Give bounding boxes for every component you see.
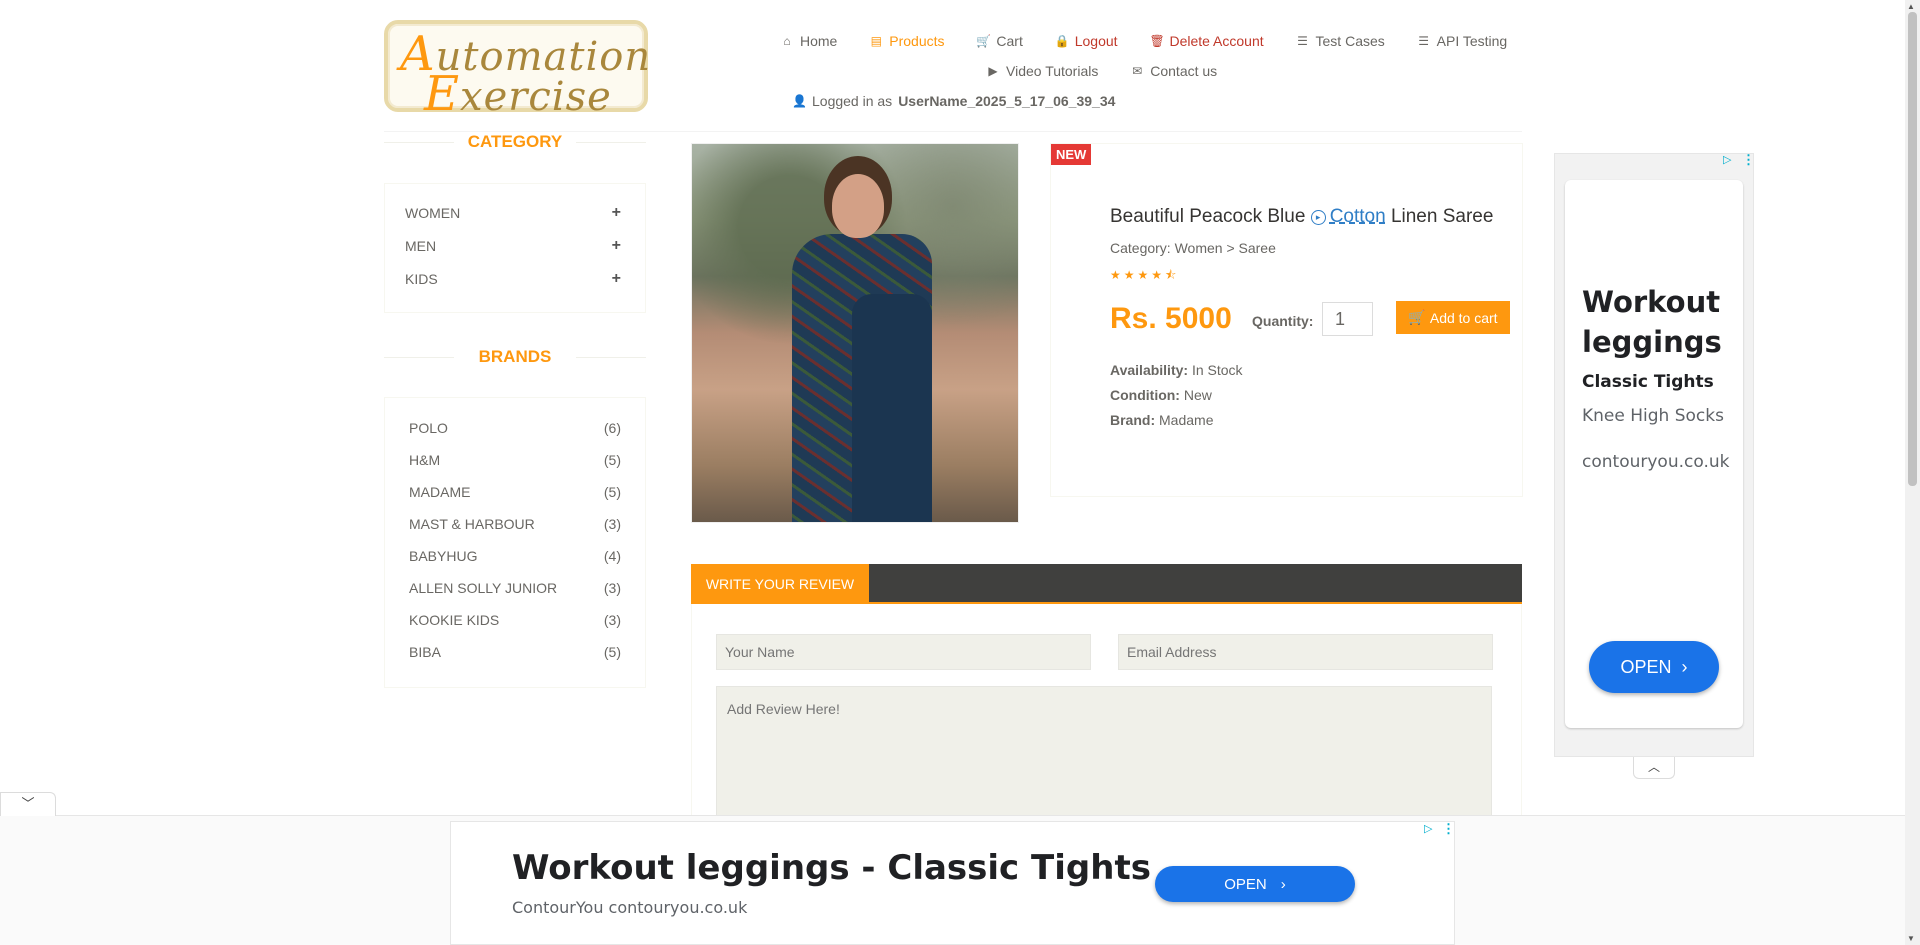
product-category: Category: Women > Saree: [1110, 240, 1276, 256]
bottom-ad-subtitle: ContourYou contouryou.co.uk: [512, 898, 748, 917]
bottom-ad-headline: Workout leggings - Classic Tights: [512, 848, 1151, 888]
envelope-icon: ✉: [1132, 64, 1143, 78]
new-badge: NEW: [1051, 144, 1092, 165]
list-icon: ☰: [1297, 34, 1308, 48]
product-price: Rs. 5000: [1110, 302, 1232, 335]
half-star-icon: ⯪: [1165, 268, 1180, 282]
rating-stars: ★★★★⯪: [1110, 268, 1180, 282]
username: UserName_2025_5_17_06_39_34: [898, 93, 1116, 109]
bottom-ad-open-button[interactable]: OPEN ›: [1155, 866, 1355, 902]
youtube-icon: ▶: [988, 64, 998, 78]
brand: Brand: Madame: [1110, 412, 1214, 428]
brand-babyhug[interactable]: BABYHUG (4): [385, 540, 645, 572]
chevron-down-icon: ﹀: [21, 796, 35, 811]
lock-icon: 🔒: [1054, 34, 1070, 48]
brand-biba[interactable]: BIBA (5): [385, 636, 645, 668]
nav-home[interactable]: ⌂ Home: [780, 33, 837, 49]
side-ad-open-button[interactable]: OPEN ›: [1589, 641, 1719, 693]
cart-icon: 🛒: [1408, 309, 1426, 325]
scroll-up-icon[interactable]: ▲: [1907, 2, 1915, 11]
side-ad-headline: Workout leggings: [1582, 285, 1722, 359]
collapse-ad-button[interactable]: ︿: [1633, 757, 1675, 779]
category-men[interactable]: MEN +: [385, 229, 645, 262]
nav-video-tutorials[interactable]: ▶ Video Tutorials: [986, 63, 1098, 79]
nav-test-cases[interactable]: ☰ Test Cases: [1296, 33, 1385, 49]
user-icon: 👤: [792, 94, 807, 108]
home-icon: ⌂: [783, 34, 791, 48]
list-icon: ☰: [1418, 34, 1430, 48]
nav-products[interactable]: ▤ Products: [869, 33, 945, 49]
chevron-up-icon: ︿: [1647, 760, 1660, 774]
ad-keyword-link[interactable]: Cotton: [1330, 206, 1386, 227]
nav-delete-account[interactable]: 🗑 Delete Account: [1149, 33, 1263, 49]
side-ad-subtitle: Classic Tights: [1582, 372, 1714, 392]
nav-api-testing[interactable]: ☰ API Testing: [1417, 33, 1507, 49]
product-image: [691, 143, 1019, 523]
quantity-input[interactable]: [1322, 302, 1373, 336]
add-to-cart-button[interactable]: 🛒 Add to cart: [1396, 301, 1510, 334]
plus-icon: +: [611, 203, 621, 221]
chevron-right-icon: ›: [1280, 875, 1286, 893]
plus-icon: +: [611, 269, 621, 287]
logged-in-status: 👤 Logged in as UserName_2025_5_17_06_39_34: [792, 93, 1116, 109]
nav-logout[interactable]: 🔒 Logout: [1055, 33, 1118, 49]
scrollbar-thumb[interactable]: [1908, 12, 1917, 486]
brand-hm[interactable]: H&M (5): [385, 444, 645, 476]
condition: Condition: New: [1110, 387, 1212, 403]
product-title: Beautiful Peacock Blue ▸ Cotton Linen Sar…: [1110, 206, 1494, 227]
quantity-label: Quantity:: [1252, 313, 1314, 329]
products-icon: ▤: [870, 34, 882, 48]
category-kids[interactable]: KIDS +: [385, 262, 645, 295]
category-panel: WOMEN + MEN + KIDS +: [384, 183, 646, 313]
brand-madame[interactable]: MADAME (5): [385, 476, 645, 508]
review-name-input[interactable]: [716, 634, 1091, 670]
side-ad-line: Knee High Socks: [1582, 406, 1724, 426]
brands-panel: POLO (6) H&M (5) MADAME (5) MAST & HARBOUR(…: [384, 397, 646, 688]
collapse-bottom-ad-button[interactable]: ﹀: [0, 792, 56, 816]
logo-line-2: Exercise: [424, 66, 612, 122]
page: { "logo": {"alt": "Automation Exercise",…: [0, 0, 1920, 945]
cart-icon: 🛒: [976, 34, 992, 48]
adchoices-icon[interactable]: ▷: [1723, 153, 1731, 166]
plus-icon: +: [611, 236, 621, 254]
ad-link-icon: ▸: [1310, 210, 1326, 225]
brands-title: BRANDS: [384, 347, 646, 367]
scroll-down-icon[interactable]: ▼: [1907, 934, 1915, 943]
brand-mast-harbour[interactable]: MAST & HARBOUR (3): [385, 508, 645, 540]
availability: Availability: In Stock: [1110, 362, 1243, 378]
nav-contact-us[interactable]: ✉ Contact us: [1130, 63, 1217, 79]
category-title: CATEGORY: [384, 132, 646, 152]
nav-cart[interactable]: 🛒 Cart: [976, 33, 1022, 49]
brand-polo[interactable]: POLO (6): [385, 412, 645, 444]
brand-kookie-kids[interactable]: KOOKIE KIDS (3): [385, 604, 645, 636]
adchoices-icon[interactable]: ▷: [1424, 822, 1432, 835]
category-women[interactable]: WOMEN +: [385, 196, 645, 229]
brand-allen-solly-junior[interactable]: ALLEN SOLLY JUNIOR (3): [385, 572, 645, 604]
review-email-input[interactable]: [1118, 634, 1493, 670]
write-review-tab[interactable]: WRITE YOUR REVIEW: [691, 564, 869, 604]
ad-menu-icon[interactable]: ⋮: [1742, 152, 1755, 168]
trash-icon: 🗑: [1149, 34, 1165, 48]
site-logo[interactable]: Automation Exercise: [384, 20, 650, 122]
chevron-right-icon: ›: [1681, 656, 1688, 677]
ad-menu-icon[interactable]: ⋮: [1442, 821, 1455, 837]
side-ad-domain: contouryou.co.uk: [1582, 452, 1730, 472]
